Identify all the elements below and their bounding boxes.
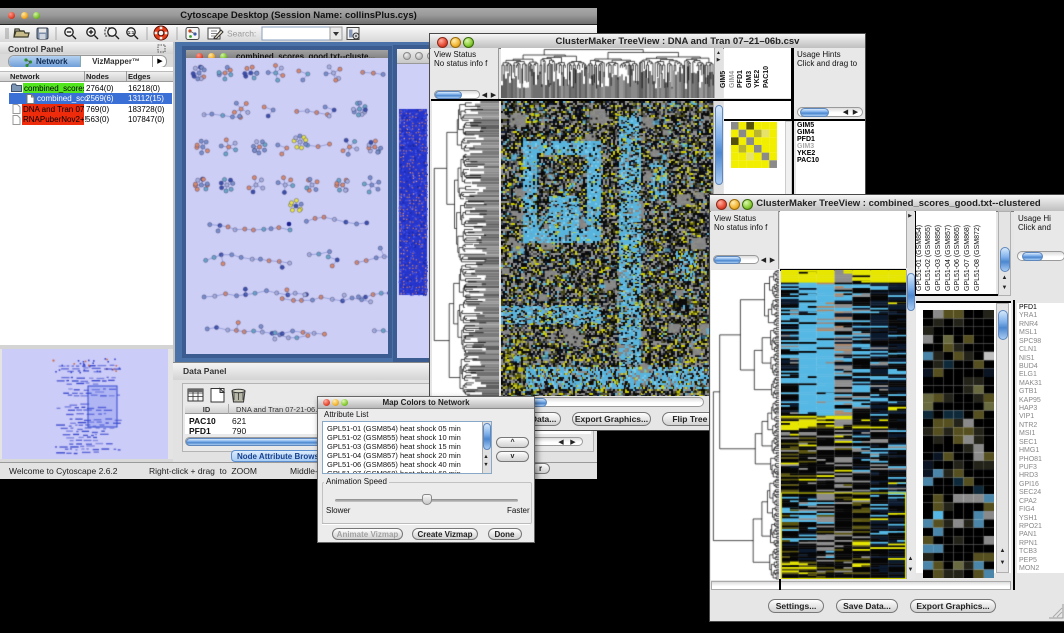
svg-text:Search:: Search: (227, 29, 256, 39)
svg-text:1:1: 1:1 (128, 30, 135, 35)
